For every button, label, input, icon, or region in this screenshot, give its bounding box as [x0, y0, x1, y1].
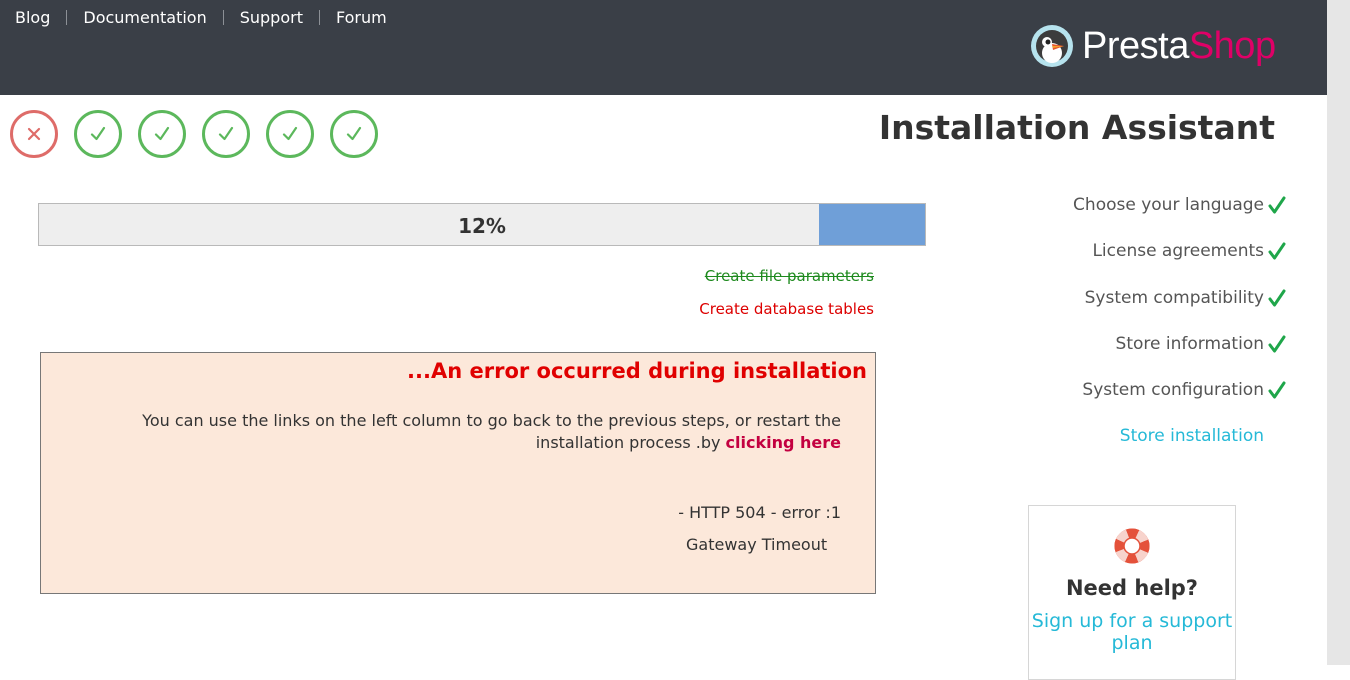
help-card: Need help? Sign up for a support plan	[1028, 505, 1236, 680]
restart-link[interactable]: clicking here	[726, 433, 841, 452]
check-icon	[90, 126, 106, 141]
sidebar-item-system-configuration[interactable]: System configuration	[1073, 380, 1286, 426]
puffin-mascot-icon	[1031, 25, 1073, 67]
top-bar: Blog Documentation Support Forum PrestaS…	[0, 0, 1327, 95]
error-code: - HTTP 504 - error :1	[678, 503, 841, 522]
task-failed: Create database tables	[699, 300, 874, 318]
check-icon	[282, 126, 298, 141]
nav-link-forum[interactable]: Forum	[336, 8, 387, 27]
step-indicator-done	[138, 110, 186, 158]
sidebar-item-store-information[interactable]: Store information	[1073, 334, 1286, 380]
check-icon	[1266, 334, 1286, 359]
sidebar-item-label: Store installation	[1119, 426, 1264, 447]
nav-link-documentation[interactable]: Documentation	[83, 8, 206, 27]
sidebar-item-compatibility[interactable]: System compatibility	[1073, 288, 1286, 334]
sidebar-item-store-installation[interactable]: Store installation	[1073, 426, 1286, 472]
check-icon	[1266, 195, 1286, 220]
step-indicator-done	[266, 110, 314, 158]
prestashop-logo[interactable]: PrestaShop	[1030, 22, 1276, 70]
nav-separator	[222, 10, 224, 25]
sidebar-item-label: License agreements	[1092, 241, 1264, 262]
progress-label: 12%	[458, 214, 506, 238]
check-icon	[154, 126, 170, 141]
step-indicator-done	[74, 110, 122, 158]
lifebuoy-icon	[1114, 528, 1150, 564]
page-title: Installation Assistant	[878, 108, 1275, 147]
step-indicator-done	[330, 110, 378, 158]
steps-sidebar: Choose your language License agreements …	[1073, 195, 1286, 473]
check-icon	[1266, 241, 1286, 266]
error-description: Gateway Timeout	[686, 535, 828, 554]
check-icon	[218, 126, 234, 141]
check-icon	[1266, 288, 1286, 313]
logo-wordmark: PrestaShop	[1082, 25, 1276, 68]
scrollbar[interactable]	[1327, 0, 1350, 665]
sidebar-item-language[interactable]: Choose your language	[1073, 195, 1286, 241]
error-message: You can use the links on the left column…	[51, 410, 841, 454]
error-title: ...An error occurred during installation	[407, 359, 867, 383]
top-nav: Blog Documentation Support Forum	[15, 8, 387, 27]
sidebar-item-label: System configuration	[1082, 380, 1264, 401]
step-indicator-done	[202, 110, 250, 158]
nav-separator	[66, 10, 68, 25]
nav-link-support[interactable]: Support	[240, 8, 303, 27]
task-completed: Create file parameters	[704, 267, 874, 285]
nav-separator	[318, 10, 320, 25]
support-plan-link[interactable]: Sign up for a support plan	[1029, 610, 1235, 654]
nav-link-blog[interactable]: Blog	[15, 8, 50, 27]
sidebar-item-label: Store information	[1115, 333, 1264, 354]
progress-bar: 12%	[38, 203, 926, 246]
sidebar-item-label: Choose your language	[1073, 195, 1264, 215]
logo-part-shop: Shop	[1188, 24, 1276, 67]
logo-part-presta: Presta	[1082, 24, 1189, 67]
check-icon	[346, 126, 362, 141]
sidebar-item-label: System compatibility	[1084, 287, 1264, 308]
check-icon	[1266, 380, 1286, 405]
cross-icon	[27, 127, 41, 141]
step-indicator-error	[10, 110, 58, 158]
error-panel: ...An error occurred during installation…	[40, 352, 876, 594]
step-indicators	[10, 110, 394, 158]
sidebar-item-license[interactable]: License agreements	[1073, 241, 1286, 287]
help-title: Need help?	[1065, 576, 1198, 600]
